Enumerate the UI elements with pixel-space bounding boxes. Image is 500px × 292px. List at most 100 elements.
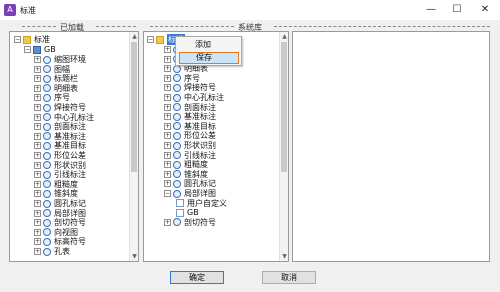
- symbol-icon: [173, 179, 181, 188]
- expand-icon[interactable]: +: [164, 122, 171, 130]
- scroll-down-icon[interactable]: ▼: [130, 252, 138, 261]
- expand-icon[interactable]: +: [34, 171, 41, 179]
- ok-button[interactable]: 确定: [170, 271, 224, 284]
- expand-icon[interactable]: +: [34, 248, 41, 255]
- symbol-icon: [43, 74, 51, 83]
- tree-node-label: 用户自定义: [187, 198, 227, 208]
- context-menu: 添加 保存: [175, 36, 242, 66]
- expand-icon[interactable]: +: [34, 142, 41, 150]
- expand-icon[interactable]: +: [164, 218, 171, 226]
- expand-icon[interactable]: +: [164, 74, 171, 82]
- scroll-up-icon[interactable]: ▲: [130, 32, 138, 41]
- expand-icon[interactable]: +: [164, 84, 171, 92]
- tree-node-item[interactable]: + 孔表: [34, 247, 70, 256]
- symbol-icon: [173, 112, 181, 121]
- symbol-icon: [43, 113, 51, 122]
- expand-icon[interactable]: +: [164, 65, 171, 73]
- symbol-icon: [43, 103, 51, 112]
- group-divider: [150, 26, 234, 27]
- symbol-icon: [43, 189, 51, 198]
- expand-icon[interactable]: +: [34, 190, 41, 198]
- vertical-scrollbar[interactable]: ▲ ▼: [279, 32, 288, 261]
- symbol-icon: [173, 74, 181, 83]
- expand-icon[interactable]: +: [34, 209, 41, 217]
- document-icon: [176, 199, 184, 208]
- tree-node-root[interactable]: − 标准: [14, 35, 50, 44]
- expand-icon[interactable]: +: [34, 132, 41, 140]
- scroll-thumb[interactable]: [131, 42, 137, 172]
- expand-icon[interactable]: +: [34, 123, 41, 131]
- expand-icon[interactable]: +: [164, 170, 171, 178]
- expand-icon[interactable]: +: [34, 219, 41, 227]
- loaded-tree[interactable]: − 标准 − GB + 缩图环境 + 图幅 + 标题栏 + 明细表 + 序号 + 焊接符号 + 中心孔标注…: [10, 32, 129, 261]
- symbol-icon: [43, 237, 51, 246]
- tree-node-label: 标准: [34, 35, 50, 44]
- expand-icon[interactable]: +: [34, 94, 41, 102]
- folder-icon: [156, 35, 164, 44]
- menu-item-add[interactable]: 添加: [179, 39, 239, 51]
- symbol-icon: [43, 218, 51, 227]
- collapse-icon[interactable]: −: [147, 36, 154, 43]
- expand-icon[interactable]: +: [34, 228, 41, 236]
- collapse-icon[interactable]: −: [24, 46, 31, 53]
- window-title: 标准: [20, 6, 36, 15]
- loaded-tree-panel[interactable]: − 标准 − GB + 缩图环境 + 图幅 + 标题栏 + 明细表 + 序号 + 焊接符号 + 中心孔标注…: [9, 31, 139, 262]
- symbol-icon: [43, 84, 51, 93]
- symbol-icon: [43, 247, 51, 256]
- tree-node-item[interactable]: + 剖切符号: [164, 218, 216, 227]
- menu-item-save[interactable]: 保存: [179, 52, 239, 64]
- expand-icon[interactable]: +: [34, 200, 41, 207]
- scroll-thumb[interactable]: [281, 42, 287, 172]
- expand-icon[interactable]: +: [164, 55, 171, 63]
- symbol-icon: [173, 151, 181, 160]
- symbol-icon: [43, 151, 51, 160]
- scroll-down-icon[interactable]: ▼: [280, 252, 288, 261]
- app-icon: A: [4, 4, 16, 16]
- expand-icon[interactable]: +: [164, 132, 171, 140]
- symbol-icon: [173, 141, 181, 150]
- expand-icon[interactable]: +: [164, 142, 171, 149]
- standard-icon: [33, 45, 41, 54]
- expand-icon[interactable]: +: [164, 113, 171, 121]
- expand-icon[interactable]: +: [164, 151, 171, 159]
- expand-icon[interactable]: +: [34, 104, 41, 111]
- symbol-icon: [173, 131, 181, 140]
- system-tree[interactable]: − 标准 +图幅+标题栏+明细表+序号+焊接符号+中心孔标注+剖面标注+基准标注…: [144, 32, 279, 261]
- group-divider: [22, 26, 56, 27]
- group-divider: [274, 26, 490, 27]
- cancel-button[interactable]: 取消: [262, 271, 316, 284]
- expand-icon[interactable]: +: [34, 113, 41, 121]
- expand-icon[interactable]: +: [164, 46, 171, 53]
- symbol-icon: [43, 132, 51, 141]
- expand-icon[interactable]: +: [164, 103, 171, 111]
- symbol-icon: [43, 228, 51, 237]
- document-icon: [176, 208, 184, 217]
- symbol-icon: [173, 170, 181, 179]
- close-button[interactable]: ✕: [472, 1, 498, 19]
- expand-icon[interactable]: +: [34, 84, 41, 92]
- expand-icon[interactable]: +: [34, 75, 41, 83]
- symbol-icon: [43, 199, 51, 208]
- expand-icon[interactable]: +: [34, 238, 41, 246]
- symbol-icon: [43, 209, 51, 218]
- scroll-up-icon[interactable]: ▲: [280, 32, 288, 41]
- expand-icon[interactable]: +: [164, 94, 171, 101]
- collapse-icon[interactable]: −: [14, 36, 21, 43]
- vertical-scrollbar[interactable]: ▲ ▼: [129, 32, 138, 261]
- minimize-button[interactable]: —: [418, 1, 444, 19]
- expand-icon[interactable]: +: [164, 161, 171, 169]
- collapse-icon[interactable]: −: [164, 190, 171, 197]
- expand-icon[interactable]: +: [34, 152, 41, 159]
- expand-icon[interactable]: +: [34, 65, 41, 73]
- tree-node-standard[interactable]: − GB: [24, 45, 56, 54]
- preview-panel: [292, 31, 490, 262]
- tree-node-label: 剖切符号: [184, 217, 216, 227]
- symbol-icon: [43, 170, 51, 179]
- expand-icon[interactable]: +: [34, 56, 41, 63]
- expand-icon[interactable]: +: [34, 161, 41, 169]
- maximize-button[interactable]: ☐: [444, 1, 470, 19]
- expand-icon[interactable]: +: [34, 180, 41, 188]
- folder-icon: [23, 35, 31, 44]
- tree-node-subitem[interactable]: 用户自定义: [176, 199, 227, 208]
- expand-icon[interactable]: +: [164, 180, 171, 188]
